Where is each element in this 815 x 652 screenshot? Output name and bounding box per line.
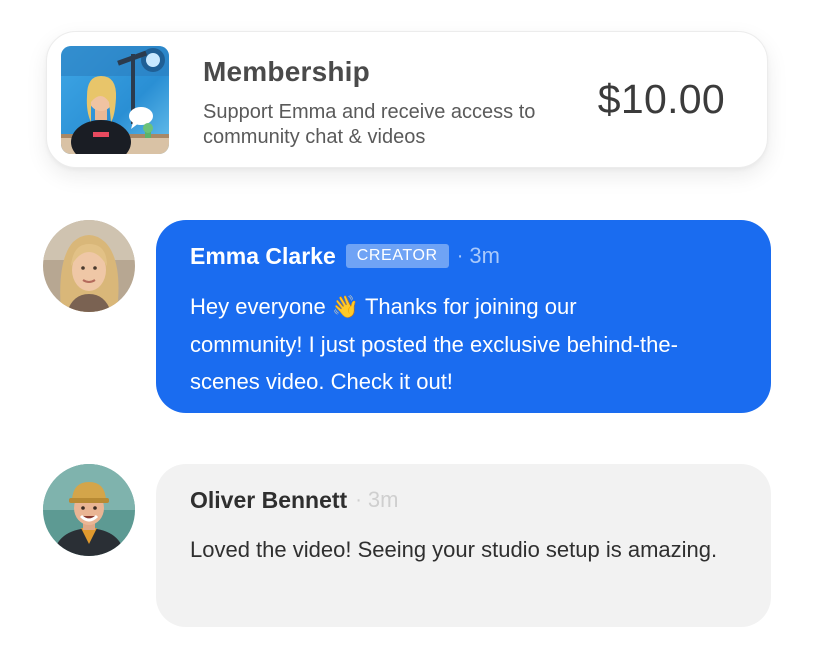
- membership-thumbnail: [61, 46, 169, 154]
- message-text: Hey everyone 👋 Thanks for joining our co…: [190, 294, 678, 394]
- avatar-emma-clarke[interactable]: [43, 220, 135, 312]
- message-timestamp: 3m: [367, 487, 399, 512]
- creator-badge: CREATOR: [345, 244, 449, 268]
- message-header: Oliver Bennett · 3m: [190, 486, 737, 514]
- separator-dot: ·: [456, 244, 464, 267]
- message-bubble-oliver: Oliver Bennett · 3m Loved the video! See…: [156, 464, 771, 627]
- message-text: Loved the video! Seeing your studio setu…: [190, 537, 718, 562]
- author-name[interactable]: Emma Clarke: [190, 243, 336, 270]
- message-header: Emma Clarke CREATOR · 3m: [190, 242, 737, 270]
- message-bubble-emma: Emma Clarke CREATOR · 3m Hey everyone 👋 …: [156, 220, 771, 413]
- author-name[interactable]: Oliver Bennett: [190, 487, 347, 514]
- separator-dot: ·: [355, 488, 362, 511]
- membership-title: Membership: [203, 56, 370, 87]
- membership-description: Support Emma and receive access to commu…: [203, 101, 536, 148]
- message-timestamp: 3m: [469, 243, 500, 268]
- avatar-oliver-bennett[interactable]: [43, 464, 135, 556]
- membership-price: $10.00: [597, 76, 725, 122]
- membership-card[interactable]: Membership Support Emma and receive acce…: [46, 31, 768, 168]
